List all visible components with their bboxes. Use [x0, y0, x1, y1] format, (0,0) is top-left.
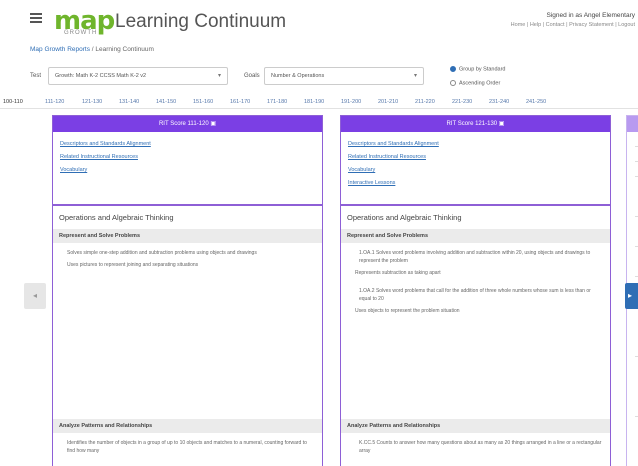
page-title: Learning Continuum — [115, 11, 287, 32]
score-range-tab[interactable]: 100-110 — [3, 99, 23, 105]
menu-icon[interactable] — [30, 13, 42, 23]
filter-bar: Test Growth: Math K-2 CCSS Math K-2 v2 ▾… — [0, 60, 638, 94]
column-header-label: RIT Score 121-130 — [446, 121, 498, 127]
column-header: RIT Score 111-120 ▣ — [53, 116, 322, 132]
previous-column-button[interactable]: ◂ — [24, 283, 46, 309]
chevron-right-icon: ▸ — [628, 291, 633, 300]
breadcrumb-current: Learning Continuum — [95, 46, 154, 53]
skill-item: Solves simple one-step addition and subt… — [67, 250, 257, 256]
score-range-tab[interactable]: 121-130 — [82, 99, 102, 105]
vocabulary-link[interactable]: Vocabulary — [60, 167, 315, 173]
breadcrumb: Map Growth Reports / Learning Continuum — [30, 46, 154, 53]
test-select-value: Growth: Math K-2 CCSS Math K-2 v2 — [55, 73, 147, 79]
radio-label: Group by Standard — [459, 66, 506, 73]
score-range-tab[interactable]: 151-160 — [193, 99, 213, 105]
descriptors-link[interactable]: Descriptors and Standards Alignment — [348, 141, 603, 147]
radio-group-by-standard[interactable]: Group by Standard — [450, 66, 505, 72]
radio-label: Ascending Order — [459, 80, 501, 87]
skill-item: Identifies the number of objects in a gr… — [67, 440, 307, 454]
score-range-tab[interactable]: 111-120 — [45, 99, 64, 105]
skill-item: Uses pictures to represent joining and s… — [67, 262, 199, 268]
score-range-tab[interactable]: 231-240 — [489, 99, 509, 105]
score-range-tab[interactable]: 211-220 — [415, 99, 435, 105]
print-icon[interactable]: ▣ — [210, 121, 216, 127]
score-range-tab[interactable]: 161-170 — [230, 99, 250, 105]
column-header — [627, 116, 638, 132]
score-range-tab[interactable]: 171-180 — [267, 99, 287, 105]
vocabulary-link[interactable]: Vocabulary — [348, 167, 603, 173]
section-header: Represent and Solve Problems — [341, 229, 610, 243]
next-column-button[interactable]: ▸ — [625, 283, 638, 309]
descriptors-link[interactable]: Descriptors and Standards Alignment — [60, 141, 315, 147]
skill-list: 1.OA.1 Solves word problems involving ad… — [341, 243, 610, 419]
column-header-label: RIT Score 111-120 — [158, 121, 209, 127]
score-range-tab[interactable]: 191-200 — [341, 99, 361, 105]
skill-item: K.CC.5 Counts to answer how many questio… — [359, 440, 602, 454]
chevron-left-icon: ◂ — [32, 291, 37, 300]
rit-column: RIT Score 111-120 ▣ Descriptors and Stan… — [52, 115, 323, 466]
chevron-down-icon: ▾ — [217, 73, 221, 79]
resources-link[interactable]: Related Instructional Resources — [348, 154, 603, 160]
score-range-tab[interactable]: 221-230 — [452, 99, 472, 105]
radio-ascending-order[interactable]: Ascending Order — [450, 80, 500, 86]
column-links: Descriptors and Standards Alignment Rela… — [341, 132, 610, 206]
score-range-tab[interactable]: 201-210 — [378, 99, 398, 105]
column-links: Descriptors and Standards Alignment Rela… — [53, 132, 322, 206]
score-range-tab[interactable]: 181-190 — [304, 99, 324, 105]
skill-item: Represents subtraction as taking apart — [355, 270, 441, 276]
goals-select[interactable]: Number & Operations ▾ — [264, 67, 424, 85]
strand-title: Operations and Algebraic Thinking — [59, 213, 174, 222]
score-range-tab[interactable]: 131-140 — [119, 99, 139, 105]
user-area: Signed in as Angel Elementary Home | Hel… — [511, 12, 635, 28]
skill-list: Solves simple one-step addition and subt… — [53, 243, 322, 419]
radio-selected-icon — [450, 66, 456, 72]
print-icon[interactable]: ▣ — [499, 121, 505, 127]
interactive-lessons-link[interactable]: Interactive Lessons — [348, 180, 603, 186]
skill-item: 1.OA.1 Solves word problems involving ad… — [359, 250, 591, 264]
test-label: Test — [30, 73, 42, 79]
user-greeting: Signed in as Angel Elementary — [546, 12, 635, 19]
section-header: Analyze Patterns and Relationships — [341, 419, 610, 433]
goals-label: Goals — [244, 73, 260, 79]
chevron-down-icon: ▾ — [413, 73, 417, 79]
user-links[interactable]: Home | Help | Contact | Privacy Statemen… — [511, 22, 635, 28]
resources-link[interactable]: Related Instructional Resources — [60, 154, 315, 160]
score-range-tab[interactable]: 141-150 — [156, 99, 176, 105]
rit-score-bar: 100-110 111-120 121-130 131-140 141-150 … — [0, 97, 638, 109]
skill-item: 1.OA.2 Solves word problems that call fo… — [359, 288, 591, 302]
logo-subtitle: GROWTH — [64, 30, 98, 36]
app-header: map GROWTH Learning Continuum Signed in … — [0, 0, 638, 44]
column-header: RIT Score 121-130 ▣ — [341, 116, 610, 132]
skill-list: K.CC.5 Counts to answer how many questio… — [341, 433, 610, 455]
test-select[interactable]: Growth: Math K-2 CCSS Math K-2 v2 ▾ — [48, 67, 228, 85]
strand-title: Operations and Algebraic Thinking — [347, 213, 462, 222]
section-header: Analyze Patterns and Relationships — [53, 419, 322, 433]
goals-select-value: Number & Operations — [271, 73, 325, 79]
skill-item: Uses objects to represent the problem si… — [355, 308, 460, 314]
breadcrumb-reports-link[interactable]: Map Growth Reports — [30, 46, 90, 53]
rit-column: RIT Score 121-130 ▣ Descriptors and Stan… — [340, 115, 611, 466]
score-range-tab[interactable]: 241-250 — [526, 99, 546, 105]
skill-list: Identifies the number of objects in a gr… — [53, 433, 322, 455]
section-header: Represent and Solve Problems — [53, 229, 322, 243]
radio-unselected-icon — [450, 80, 456, 86]
